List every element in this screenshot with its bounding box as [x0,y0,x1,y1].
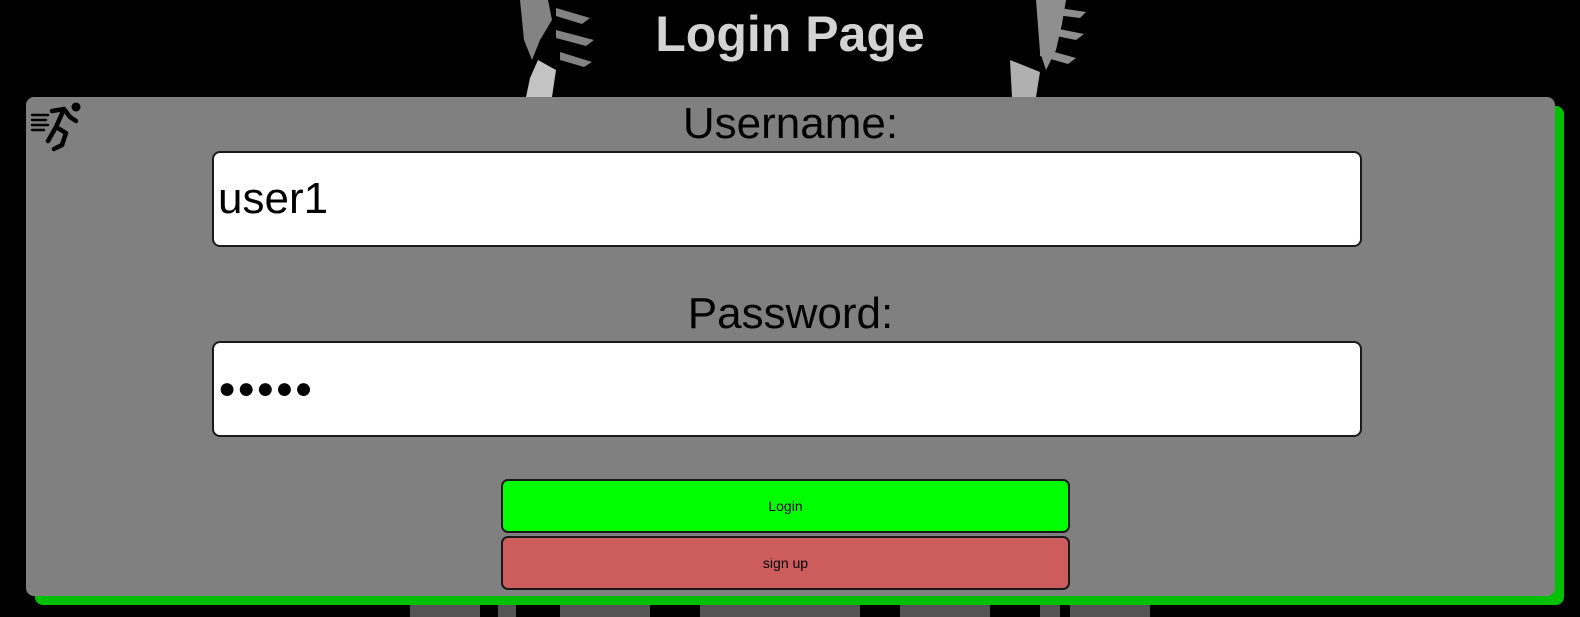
password-input[interactable]: ●●●●● [212,341,1362,437]
page-title: Login Page [655,6,925,62]
sign-up-button[interactable]: sign up [501,536,1070,590]
username-label: Username: [682,99,899,148]
username-input[interactable]: user1 [212,151,1362,247]
password-label: Password: [687,289,894,338]
login-button[interactable]: Login [501,479,1070,533]
login-form-card: Username: user1 Password: ●●●●● Login si… [26,97,1555,596]
